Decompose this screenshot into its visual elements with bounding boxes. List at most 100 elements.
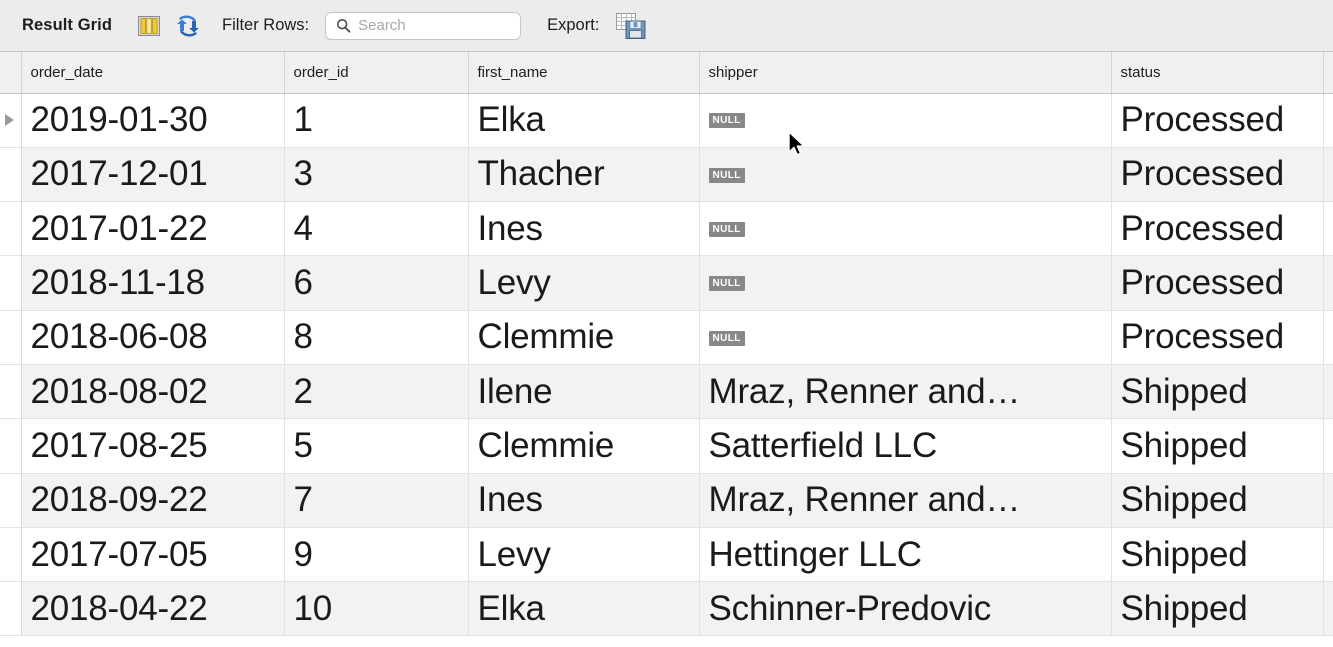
cell-shipper[interactable]: NULL — [699, 255, 1112, 311]
grid-icon-svg — [138, 15, 161, 36]
search-icon — [337, 18, 351, 33]
cell-status[interactable]: Shipped — [1111, 364, 1324, 420]
header-row: order_date order_id first_name shipper s… — [0, 52, 1333, 94]
cell-shipper[interactable]: Hettinger LLC — [699, 527, 1112, 583]
cell-status[interactable]: Shipped — [1111, 581, 1324, 637]
null-badge: NULL — [708, 221, 745, 237]
cell-status[interactable]: Shipped — [1111, 527, 1324, 583]
cell-shipper[interactable]: NULL — [699, 201, 1112, 257]
cell-first_name[interactable]: Elka — [468, 581, 700, 637]
cell-first_name[interactable]: Ines — [468, 201, 700, 257]
row-selector-cell[interactable] — [0, 527, 22, 583]
cell-shipper[interactable]: Schinner-Predovic — [699, 581, 1112, 637]
cell-status[interactable]: Shipped — [1111, 418, 1324, 474]
table-row[interactable]: 2018-06-08 8 Clemmie NULL Processed — [0, 310, 1333, 365]
table-header: order_date order_id first_name shipper s… — [0, 52, 1333, 94]
refresh-icon[interactable] — [176, 15, 200, 37]
table-row[interactable]: 2017-07-05 9 Levy Hettinger LLC Shipped — [0, 527, 1333, 583]
filter-rows-search-box[interactable] — [325, 11, 522, 40]
cell-shipper[interactable]: Satterfield LLC — [699, 418, 1112, 474]
column-header-order_date[interactable]: order_date — [21, 52, 285, 94]
cell-status[interactable]: Processed — [1111, 147, 1324, 203]
result-grid-table: order_date order_id first_name shipper s… — [0, 52, 1333, 637]
column-header-first_name[interactable]: first_name — [468, 52, 700, 94]
column-header-status[interactable]: status — [1111, 52, 1324, 94]
cell-first_name[interactable]: Elka — [468, 93, 700, 148]
cell-first_name[interactable]: Levy — [468, 527, 700, 583]
search-input[interactable] — [358, 17, 513, 34]
row-selector-cell[interactable] — [0, 201, 22, 257]
cell-status[interactable]: Shipped — [1111, 473, 1324, 528]
cell-order_date[interactable]: 2018-06-08 — [21, 310, 285, 365]
row-selector-cell[interactable] — [0, 364, 22, 420]
cell-order_id[interactable]: 1 — [284, 93, 469, 148]
cell-order_date[interactable]: 2017-08-25 — [21, 418, 285, 474]
cell-shipper[interactable]: NULL — [699, 147, 1112, 203]
row-selector-cell[interactable] — [0, 581, 22, 637]
table-row[interactable]: 2018-04-22 10 Elka Schinner-Predovic Shipped — [0, 581, 1333, 637]
export-label: Export: — [547, 16, 600, 34]
cell-tail — [1323, 93, 1333, 148]
column-header-shipper[interactable]: shipper — [699, 52, 1112, 94]
cell-order_id[interactable]: 9 — [284, 527, 469, 583]
cell-order_date[interactable]: 2018-11-18 — [21, 255, 285, 311]
row-selector-cell[interactable] — [0, 418, 22, 474]
cell-order_date[interactable]: 2017-07-05 — [21, 527, 285, 583]
cell-order_date[interactable]: 2018-04-22 — [21, 581, 285, 637]
cell-status[interactable]: Processed — [1111, 310, 1324, 365]
cell-order_date[interactable]: 2018-09-22 — [21, 473, 285, 528]
result-grid[interactable]: order_date order_id first_name shipper s… — [0, 52, 1333, 647]
cell-shipper[interactable]: NULL — [699, 310, 1112, 365]
cell-order_id[interactable]: 2 — [284, 364, 469, 420]
table-row[interactable]: 2017-08-25 5 Clemmie Satterfield LLC Shipped — [0, 418, 1333, 474]
result-grid-toolbar: Result Grid Filter Rows: Export: — [0, 0, 1333, 52]
cell-order_date[interactable]: 2019-01-30 — [21, 93, 285, 148]
cell-tail — [1323, 473, 1333, 528]
row-selector-cell[interactable] — [0, 93, 22, 148]
table-row[interactable]: 2018-08-02 2 Ilene Mraz, Renner and… Shipped — [0, 364, 1333, 420]
export-icon-svg — [616, 12, 646, 39]
cell-first_name[interactable]: Levy — [468, 255, 700, 311]
cell-status[interactable]: Processed — [1111, 93, 1324, 148]
grid-icon[interactable] — [138, 15, 161, 37]
table-row[interactable]: 2018-09-22 7 Ines Mraz, Renner and… Shipped — [0, 473, 1333, 528]
cell-order_id[interactable]: 3 — [284, 147, 469, 203]
null-badge: NULL — [708, 330, 745, 346]
column-header-order_id[interactable]: order_id — [284, 52, 469, 94]
cell-tail — [1323, 255, 1333, 311]
row-selector-cell[interactable] — [0, 255, 22, 311]
cell-order_date[interactable]: 2018-08-02 — [21, 364, 285, 420]
cell-first_name[interactable]: Ilene — [468, 364, 700, 420]
cell-first_name[interactable]: Ines — [468, 473, 700, 528]
cell-first_name[interactable]: Thacher — [468, 147, 700, 203]
cell-order_id[interactable]: 10 — [284, 581, 469, 637]
cell-order_id[interactable]: 8 — [284, 310, 469, 365]
null-badge: NULL — [708, 113, 745, 129]
cell-first_name[interactable]: Clemmie — [468, 310, 700, 365]
cell-tail — [1323, 364, 1333, 420]
cell-tail — [1323, 310, 1333, 365]
table-row[interactable]: 2018-11-18 6 Levy NULL Processed — [0, 255, 1333, 311]
table-row[interactable]: 2019-01-30 1 Elka NULL Processed — [0, 93, 1333, 148]
cell-order_date[interactable]: 2017-12-01 — [21, 147, 285, 203]
row-selector-cell[interactable] — [0, 473, 22, 528]
table-row[interactable]: 2017-01-22 4 Ines NULL Processed — [0, 201, 1333, 257]
cell-shipper[interactable]: Mraz, Renner and… — [699, 364, 1112, 420]
row-selector-cell[interactable] — [0, 310, 22, 365]
row-selector-cell[interactable] — [0, 147, 22, 203]
cell-status[interactable]: Processed — [1111, 201, 1324, 257]
cell-order_id[interactable]: 4 — [284, 201, 469, 257]
cell-tail — [1323, 418, 1333, 474]
cell-shipper[interactable]: Mraz, Renner and… — [699, 473, 1112, 528]
cell-order_id[interactable]: 7 — [284, 473, 469, 528]
cell-shipper[interactable]: NULL — [699, 93, 1112, 148]
cell-tail — [1323, 527, 1333, 583]
cell-first_name[interactable]: Clemmie — [468, 418, 700, 474]
cell-status[interactable]: Processed — [1111, 255, 1324, 311]
cell-order_id[interactable]: 5 — [284, 418, 469, 474]
row-marker-triangle-icon — [5, 114, 14, 127]
table-row[interactable]: 2017-12-01 3 Thacher NULL Processed — [0, 147, 1333, 203]
cell-order_date[interactable]: 2017-01-22 — [21, 201, 285, 257]
export-icon[interactable] — [615, 12, 649, 40]
cell-order_id[interactable]: 6 — [284, 255, 469, 311]
